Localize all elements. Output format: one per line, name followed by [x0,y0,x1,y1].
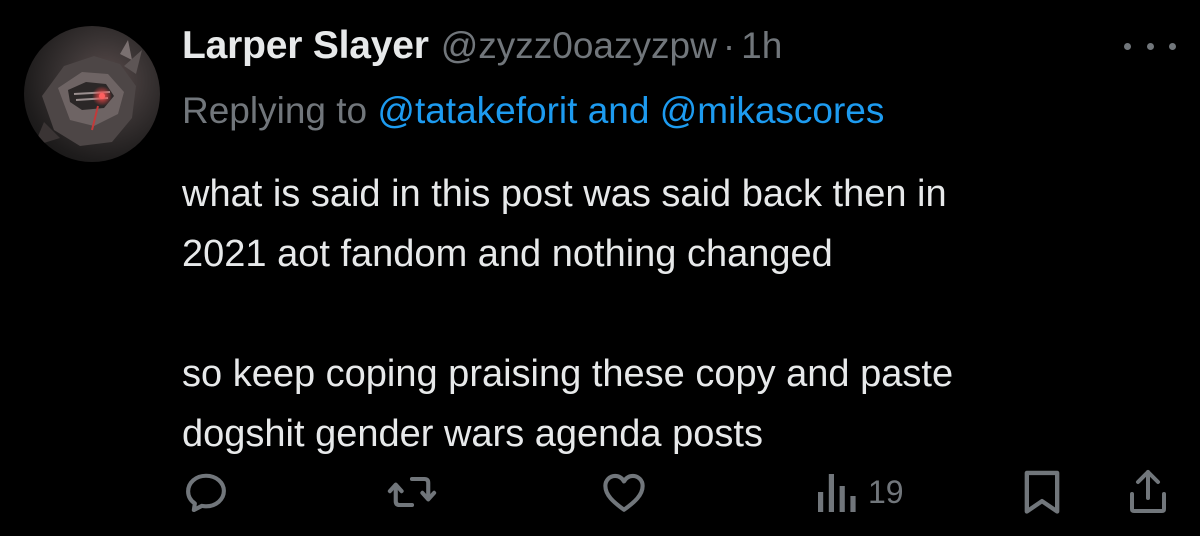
tweet-text: what is said in this post was said back … [182,164,1142,464]
share-icon [1130,470,1166,513]
retweet-icon [387,476,437,508]
tweet-text-line: so keep coping praising these copy and p… [182,353,954,395]
bookmark-icon [1024,470,1060,514]
retweet-button[interactable] [384,464,440,520]
reply-icon [186,473,226,513]
mention-link-2[interactable]: @mikascores [660,90,885,131]
mention-link-1[interactable]: @tatakeforit [377,90,577,131]
timestamp[interactable]: 1h [741,25,782,67]
heart-icon [603,473,645,512]
mention-joiner: and [577,90,660,131]
replying-to: Replying to @tatakeforit and @mikascores [182,90,884,132]
share-button[interactable] [1124,464,1172,520]
like-button[interactable] [598,464,650,520]
user-handle[interactable]: @zyzz0oazyzpw [441,25,717,67]
tweet: Larper Slayer @zyzz0oazyzpw · 1h Replyin… [0,0,1200,536]
views-button[interactable]: 19 [814,464,904,520]
tweet-text-line: dogshit gender wars agenda posts [182,413,763,455]
replying-to-label: Replying to [182,90,378,131]
reply-button[interactable] [180,464,232,520]
separator-dot: · [722,25,736,66]
bookmark-button[interactable] [1020,464,1064,520]
avatar-image [34,40,142,146]
views-chart-icon [818,474,856,512]
views-count: 19 [868,473,904,510]
display-name[interactable]: Larper Slayer [182,24,429,68]
avatar[interactable] [24,26,160,162]
tweet-text-line: what is said in this post was said back … [182,173,947,215]
tweet-text-line: 2021 aot fandom and nothing changed [182,233,833,275]
tweet-header: Larper Slayer @zyzz0oazyzpw · 1h [182,24,782,76]
action-bar: 19 [0,464,1200,520]
more-dots-icon[interactable] [1124,34,1176,58]
